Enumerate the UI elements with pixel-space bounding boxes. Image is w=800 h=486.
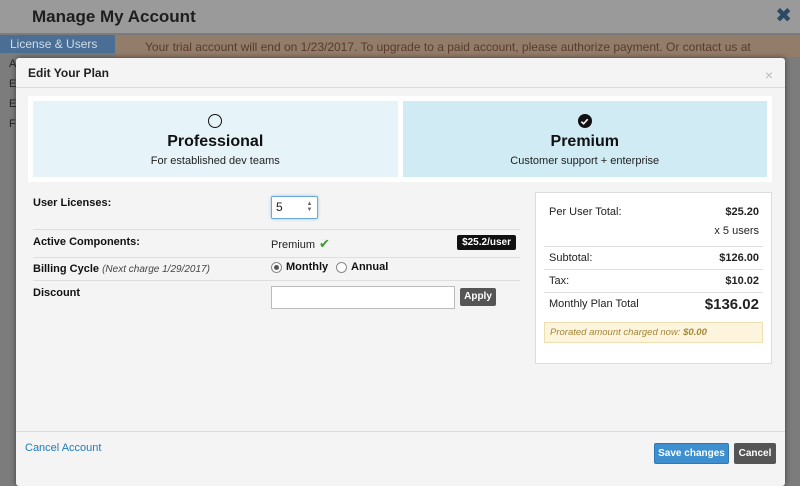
per-user-total-row: Per User Total: $25.20 x 5 users xyxy=(544,193,763,247)
billing-monthly-label: Monthly xyxy=(286,261,329,273)
radio-checked-icon xyxy=(577,114,592,128)
active-components-row: Active Components: Premium ✔ $25.2/user xyxy=(33,230,520,258)
sidebar-item[interactable]: F xyxy=(9,118,16,130)
billing-cycle-label: Billing Cycle (Next charge 1/29/2017) xyxy=(33,263,210,275)
user-licenses-value: 5 xyxy=(276,200,283,214)
prorated-label: Prorated amount charged now: xyxy=(550,327,681,338)
modal-close-icon[interactable]: × xyxy=(765,68,773,82)
discount-row: Discount Apply xyxy=(33,281,520,311)
user-licenses-label: User Licenses: xyxy=(33,197,112,209)
apply-button[interactable]: Apply xyxy=(460,288,496,306)
page-title: Manage My Account xyxy=(32,7,196,26)
billing-cycle-title: Billing Cycle xyxy=(33,263,100,275)
billing-monthly-radio[interactable]: Monthly xyxy=(271,261,328,273)
tax-row: Tax: $10.02 xyxy=(544,270,763,293)
checkmark-icon: ✔ xyxy=(319,236,330,251)
save-changes-button[interactable]: Save changes xyxy=(654,443,729,464)
users-count: x 5 users xyxy=(714,225,759,237)
close-icon[interactable]: ✖ xyxy=(775,6,792,26)
prorated-notice: Prorated amount charged now: $0.00 xyxy=(544,322,763,343)
plan-option-professional[interactable]: Professional For established dev teams xyxy=(33,101,398,177)
plan-name: Professional xyxy=(167,133,264,150)
active-components-label: Active Components: xyxy=(33,236,140,248)
per-user-total-value: $25.20 xyxy=(725,206,759,218)
cancel-account-link[interactable]: Cancel Account xyxy=(25,442,101,454)
billing-annual-label: Annual xyxy=(351,261,389,273)
edit-plan-modal: Edit Your Plan × Professional For establ… xyxy=(16,58,785,486)
plan-option-premium[interactable]: Premium Customer support + enterprise xyxy=(402,101,767,177)
spinner-arrows-icon[interactable]: ▲ ▼ xyxy=(306,201,313,213)
per-user-total-label: Per User Total: xyxy=(549,206,622,218)
plan-name: Premium xyxy=(550,133,619,150)
tax-label: Tax: xyxy=(549,275,570,287)
monthly-total-row: Monthly Plan Total $136.02 xyxy=(544,293,763,321)
subtotal-label: Subtotal: xyxy=(549,252,593,264)
tax-value: $10.02 xyxy=(725,275,759,287)
page-header: Manage My Account ✖ xyxy=(0,0,800,33)
active-components-value: Premium ✔ xyxy=(271,236,330,252)
billing-cycle-row: Billing Cycle (Next charge 1/29/2017) Mo… xyxy=(33,258,520,281)
modal-header: Edit Your Plan × xyxy=(16,58,785,88)
radio-selected-icon xyxy=(271,261,282,273)
user-licenses-row: User Licenses: 5 ▲ ▼ xyxy=(33,191,520,230)
subtotal-value: $126.00 xyxy=(719,252,759,264)
modal-title: Edit Your Plan xyxy=(28,66,109,80)
cancel-button[interactable]: Cancel xyxy=(734,443,776,464)
radio-unselected-icon xyxy=(336,261,347,273)
subtotal-row: Subtotal: $126.00 xyxy=(544,247,763,270)
monthly-total-label: Monthly Plan Total xyxy=(549,298,639,310)
component-name: Premium xyxy=(271,239,316,251)
billing-annual-radio[interactable]: Annual xyxy=(336,261,388,273)
discount-label: Discount xyxy=(33,287,81,299)
user-licenses-input[interactable]: 5 ▲ ▼ xyxy=(271,196,318,219)
next-charge-note: (Next charge 1/29/2017) xyxy=(102,264,210,275)
plan-form: User Licenses: 5 ▲ ▼ Active Components: P… xyxy=(33,191,520,311)
discount-input[interactable] xyxy=(271,286,455,309)
monthly-total-value: $136.02 xyxy=(704,296,759,313)
order-summary: Per User Total: $25.20 x 5 users Subtota… xyxy=(535,192,772,364)
modal-footer: Cancel Account Save changes Cancel xyxy=(16,431,785,486)
plan-description: Customer support + enterprise xyxy=(510,155,660,167)
plan-selector: Professional For established dev teams P… xyxy=(28,96,772,182)
price-badge: $25.2/user xyxy=(457,235,516,250)
plan-description: For established dev teams xyxy=(150,155,280,167)
radio-unchecked-icon xyxy=(208,114,223,128)
sidebar-item-license-users[interactable]: License & Users xyxy=(0,35,115,53)
trial-notice: Your trial account will end on 1/23/2017… xyxy=(115,35,800,57)
prorated-value: $0.00 xyxy=(683,327,707,338)
